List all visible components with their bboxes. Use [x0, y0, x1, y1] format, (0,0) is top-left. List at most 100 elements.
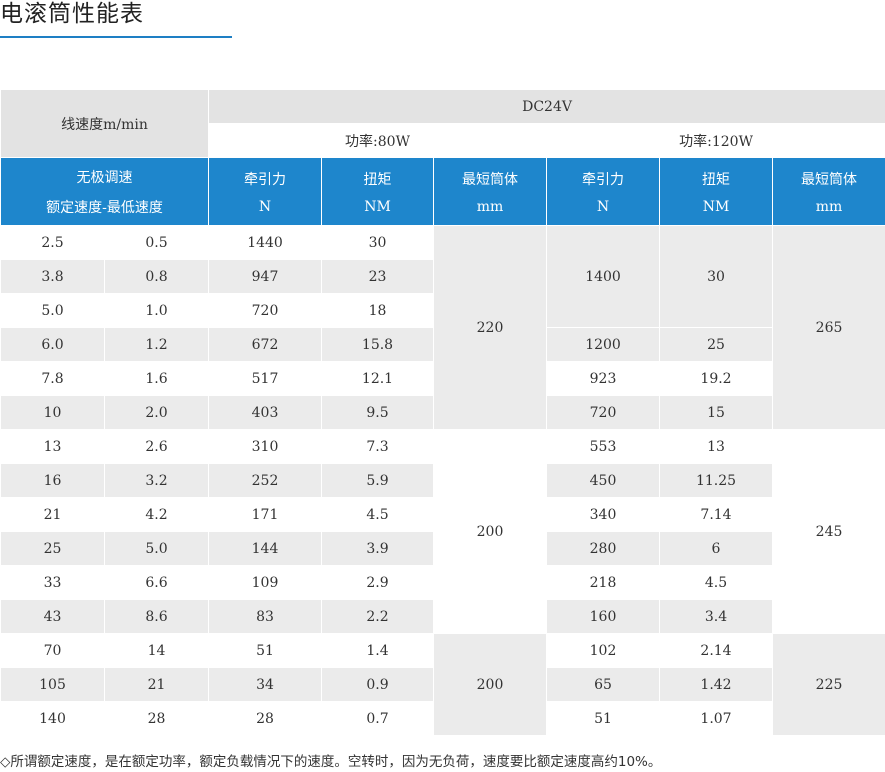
min-speed-cell: 1.2	[103, 327, 210, 362]
force-120-cell: 340	[546, 497, 661, 532]
torque-80-cell: 4.5	[321, 497, 435, 532]
power-80w-header: 功率:80W	[208, 123, 548, 158]
torque-80-cell: 23	[321, 259, 435, 294]
torque-120-cell: 6	[659, 531, 774, 566]
table-row: 2.5 0.5 1440 30 220 1400 30 265	[0, 225, 885, 430]
rated-speed-cell: 13	[0, 429, 105, 464]
force-80-cell: 403	[208, 395, 323, 430]
torque-120-cell: 15	[659, 395, 774, 430]
force-80-header: 牵引力 N	[208, 157, 323, 226]
min-speed-cell: 5.0	[103, 531, 210, 566]
rated-speed-cell: 140	[0, 701, 105, 736]
rated-speed-cell: 10	[0, 395, 105, 430]
min-speed-cell: 8.6	[103, 599, 210, 634]
force-120-cell: 218	[546, 565, 661, 600]
force-120-cell: 1200	[546, 327, 661, 362]
torque-unit: NM	[702, 198, 730, 215]
rated-speed-cell: 33	[0, 565, 105, 600]
torque-120-cell: 19.2	[659, 361, 774, 396]
rated-speed-cell: 16	[0, 463, 105, 498]
speed-col-line2: 额定速度-最低速度	[46, 199, 163, 216]
torque-80-cell: 7.3	[321, 429, 435, 464]
torque-label: 扭矩	[363, 171, 392, 188]
page-title: 电滚筒性能表	[0, 1, 144, 27]
min-speed-cell: 0.5	[103, 225, 210, 260]
force-80-cell: 1440	[208, 225, 323, 260]
speed-header: 线速度m/min	[0, 89, 210, 158]
force-80-cell: 144	[208, 531, 323, 566]
force-80-cell: 947	[208, 259, 323, 294]
power-120w-header: 功率:120W	[546, 123, 885, 158]
rated-speed-cell: 7.8	[0, 361, 105, 396]
torque-120-cell: 25	[659, 327, 774, 362]
torque-80-cell: 0.7	[321, 701, 435, 736]
force-80-cell: 310	[208, 429, 323, 464]
torque-80-cell: 5.9	[321, 463, 435, 498]
drum-80-header: 最短筒体 mm	[433, 157, 548, 226]
torque-80-cell: 12.1	[321, 361, 435, 396]
min-speed-cell: 1.0	[103, 293, 210, 328]
min-speed-cell: 2.6	[103, 429, 210, 464]
torque-80-cell: 15.8	[321, 327, 435, 362]
torque-120-cell: 7.14	[659, 497, 774, 532]
force-80-cell: 720	[208, 293, 323, 328]
table-row: 70 14 51 1.4 200 102 2.14 225	[0, 633, 885, 736]
force-80-cell: 34	[208, 667, 323, 702]
rated-speed-cell: 43	[0, 599, 105, 634]
torque-120-cell: 30	[659, 225, 774, 328]
drum-label: 最短筒体	[801, 171, 858, 188]
torque-120-cell: 1.07	[659, 701, 774, 736]
force-label: 牵引力	[582, 171, 625, 188]
rated-speed-cell: 3.8	[0, 259, 105, 294]
force-120-cell: 720	[546, 395, 661, 430]
performance-table: 线速度m/min DC24V 功率:80W 功率:120W 无极调速 额定速度-…	[0, 89, 885, 736]
drum-label: 最短筒体	[462, 171, 519, 188]
force-120-cell: 51	[546, 701, 661, 736]
min-speed-cell: 3.2	[103, 463, 210, 498]
force-120-cell: 160	[546, 599, 661, 634]
force-80-cell: 28	[208, 701, 323, 736]
force-80-cell: 51	[208, 633, 323, 668]
force-120-cell: 65	[546, 667, 661, 702]
min-speed-cell: 2.0	[103, 395, 210, 430]
force-120-cell: 923	[546, 361, 661, 396]
force-unit: N	[258, 198, 272, 215]
torque-120-cell: 11.25	[659, 463, 774, 498]
force-80-cell: 83	[208, 599, 323, 634]
rated-speed-cell: 2.5	[0, 225, 105, 260]
torque-unit: NM	[364, 198, 391, 215]
force-80-cell: 171	[208, 497, 323, 532]
force-80-cell: 109	[208, 565, 323, 600]
drum-80-cell: 220	[433, 225, 548, 430]
drum-80-cell: 200	[433, 429, 548, 634]
min-speed-cell: 6.6	[103, 565, 210, 600]
torque-80-header: 扭矩 NM	[321, 157, 435, 226]
torque-80-cell: 30	[321, 225, 435, 260]
min-speed-cell: 1.6	[103, 361, 210, 396]
speed-col-line1: 无极调速	[76, 169, 133, 186]
min-speed-cell: 28	[103, 701, 210, 736]
force-120-header: 牵引力 N	[546, 157, 661, 226]
title-underline	[0, 36, 232, 38]
torque-120-header: 扭矩 NM	[659, 157, 774, 226]
speed-col-header: 无极调速 额定速度-最低速度	[0, 157, 210, 226]
rated-speed-cell: 21	[0, 497, 105, 532]
torque-80-cell: 3.9	[321, 531, 435, 566]
force-120-cell: 553	[546, 429, 661, 464]
force-80-cell: 672	[208, 327, 323, 362]
torque-120-cell: 4.5	[659, 565, 774, 600]
torque-80-cell: 0.9	[321, 667, 435, 702]
torque-120-cell: 1.42	[659, 667, 774, 702]
torque-80-cell: 1.4	[321, 633, 435, 668]
force-120-cell: 102	[546, 633, 661, 668]
torque-80-cell: 9.5	[321, 395, 435, 430]
torque-80-cell: 2.9	[321, 565, 435, 600]
min-speed-cell: 14	[103, 633, 210, 668]
min-speed-cell: 4.2	[103, 497, 210, 532]
torque-120-cell: 3.4	[659, 599, 774, 634]
torque-120-cell: 2.14	[659, 633, 774, 668]
table-row: 13 2.6 310 7.3 200 553 13 245	[0, 429, 885, 634]
drum-120-cell: 225	[772, 633, 885, 736]
footnote: ◇所谓额定速度，是在额定功率，额定负载情况下的速度。空转时，因为无负荷，速度要比…	[0, 754, 662, 770]
rated-speed-cell: 70	[0, 633, 105, 668]
